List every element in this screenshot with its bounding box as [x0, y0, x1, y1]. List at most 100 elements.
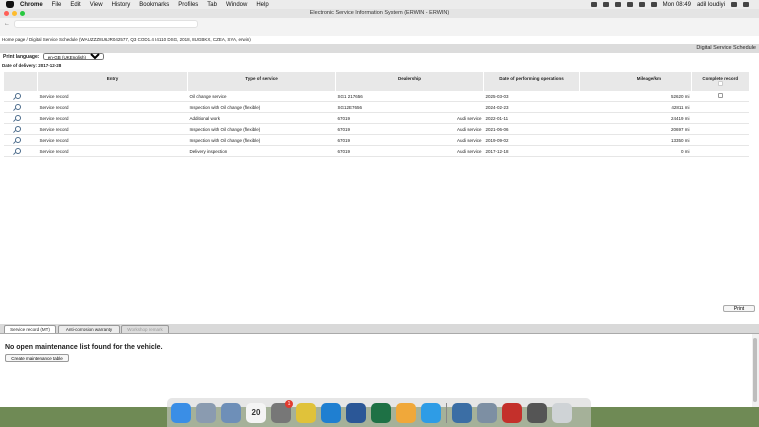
- safari-icon[interactable]: [421, 402, 441, 423]
- image-capture-icon[interactable]: [477, 402, 497, 423]
- print-button[interactable]: Print: [723, 305, 755, 312]
- open-record-cell: [3, 101, 38, 113]
- apple-icon[interactable]: [6, 1, 14, 8]
- calendar-icon[interactable]: 20: [246, 402, 266, 423]
- magnifier-icon[interactable]: [14, 125, 21, 132]
- complete-record-cell: [691, 112, 749, 124]
- preview-icon[interactable]: [221, 402, 241, 423]
- magnifier-icon[interactable]: [14, 103, 21, 110]
- dealer-code: 67019: [337, 137, 351, 143]
- page-title: Digital Service Schedule: [0, 44, 759, 53]
- header-date: Date of performing operations: [483, 72, 580, 91]
- header-mileage: Mileage/km: [579, 72, 692, 91]
- type-cell: Oil change service: [187, 91, 336, 102]
- delivery-date-value: 2017-12-28: [38, 63, 62, 68]
- address-bar[interactable]: [14, 20, 198, 28]
- finder-icon[interactable]: [171, 402, 191, 423]
- user-name[interactable]: adil loudiyi: [697, 2, 725, 8]
- menu-file[interactable]: File: [52, 2, 62, 8]
- reminders-icon[interactable]: 1: [271, 399, 293, 423]
- magnifier-icon[interactable]: [14, 92, 21, 99]
- zoom-window-button[interactable]: [20, 11, 25, 16]
- table-row[interactable]: Service record Inspection with Oil change…: [3, 123, 749, 135]
- word-icon[interactable]: [346, 402, 366, 423]
- magnifier-icon[interactable]: [14, 136, 21, 143]
- dealership-cell: SG12E7656: [335, 101, 484, 113]
- vertical-scrollbar[interactable]: [752, 334, 759, 407]
- location-icon[interactable]: [590, 2, 597, 7]
- wifi-icon[interactable]: [638, 2, 645, 7]
- menu-chrome[interactable]: Chrome: [20, 2, 43, 8]
- mileage-cell: 24419 mi: [579, 112, 692, 124]
- dealership-cell: SG1 217656: [335, 91, 484, 102]
- menu-bookmarks[interactable]: Bookmarks: [139, 2, 169, 8]
- dock-separator: [446, 402, 447, 423]
- magnifier-icon[interactable]: [14, 114, 21, 121]
- magnifier-icon[interactable]: [14, 147, 21, 154]
- minimize-window-button[interactable]: [12, 11, 17, 16]
- table-body: Service record Oil change service SG1 2176…: [3, 91, 749, 157]
- complete-record-cell: [691, 123, 749, 135]
- back-arrow-icon[interactable]: ←: [4, 21, 10, 27]
- dealer-name: Audi service: [456, 137, 482, 143]
- table-row[interactable]: Service record Inspection with Oil change…: [3, 101, 749, 113]
- mileage-cell: 20697 mi: [579, 123, 692, 135]
- header-type: Type of service: [187, 72, 336, 91]
- menu-tab[interactable]: Tab: [207, 2, 217, 8]
- edge-icon[interactable]: [321, 402, 341, 423]
- control-center-icon[interactable]: [743, 2, 749, 7]
- dealer-code: 67019: [337, 148, 351, 154]
- header-complete: Complete record: [691, 72, 749, 91]
- tab-anti-corrosion-warranty[interactable]: Anti-corrosion warranty: [58, 325, 120, 333]
- dealership-cell: 67019 Audi service: [335, 134, 484, 146]
- close-window-button[interactable]: [4, 11, 9, 16]
- header-icon-col: [3, 72, 38, 91]
- menu-profiles[interactable]: Profiles: [178, 2, 198, 8]
- scrollbar-thumb[interactable]: [753, 338, 757, 402]
- dealer-code: 67019: [337, 115, 351, 121]
- entry-cell: Service record: [37, 101, 188, 113]
- dealership-cell: 67019 Audi service: [335, 123, 484, 135]
- browser-window: Electronic Service Information System (E…: [0, 9, 759, 407]
- header-checkbox: [717, 81, 723, 86]
- network-icon[interactable]: [452, 402, 472, 423]
- photos-icon[interactable]: [396, 402, 416, 423]
- menu-history[interactable]: History: [112, 2, 131, 8]
- menu-view[interactable]: View: [90, 2, 103, 8]
- menu-window[interactable]: Window: [226, 2, 247, 8]
- print-language-select[interactable]: en-GB (UKEnglish): [42, 53, 104, 61]
- menu-edit[interactable]: Edit: [70, 2, 80, 8]
- table-row[interactable]: Service record Delivery inspection 67019 Au…: [3, 145, 749, 157]
- volume-icon[interactable]: [626, 2, 633, 7]
- browser-toolbar: ←: [0, 18, 759, 37]
- battery-icon[interactable]: [650, 2, 657, 7]
- complete-record-checkbox[interactable]: [717, 93, 723, 98]
- chrome-icon[interactable]: [296, 402, 316, 423]
- tab-service-record[interactable]: Service record (MT): [4, 325, 56, 333]
- table-row[interactable]: Service record Additional work 67019 Audi s…: [3, 112, 749, 124]
- dealer-name: Audi service: [456, 148, 482, 154]
- search-icon[interactable]: [731, 2, 737, 7]
- date-cell: 2025-03-03: [483, 91, 580, 102]
- excel-icon[interactable]: [371, 402, 391, 423]
- create-maintenance-table-button[interactable]: Create maintenance table: [5, 354, 69, 362]
- table-row[interactable]: Service record Inspection with Oil change…: [3, 134, 749, 146]
- mileage-cell: 13350 mi: [579, 134, 692, 146]
- clock[interactable]: Mon 08:49: [663, 2, 691, 8]
- complete-record-cell: [691, 101, 749, 113]
- mileage-cell: 42811 mi: [579, 101, 692, 113]
- bluetooth-icon[interactable]: [614, 2, 621, 7]
- trash-icon[interactable]: [552, 402, 572, 423]
- terminal-icon[interactable]: [527, 402, 547, 423]
- header-dealership: Dealership: [335, 72, 484, 91]
- time-machine-icon[interactable]: [602, 2, 609, 7]
- launchpad-icon[interactable]: [196, 402, 216, 423]
- table-row[interactable]: Service record Oil change service SG1 2176…: [3, 91, 749, 102]
- delivery-date-row: Date of delivery: 2017-12-28: [2, 63, 61, 68]
- no-maintenance-message: No open maintenance list found for the v…: [5, 344, 163, 351]
- dealer-name: Audi service: [456, 115, 482, 121]
- menu-help[interactable]: Help: [256, 2, 268, 8]
- complete-record-cell: [691, 145, 749, 157]
- acrobat-icon[interactable]: [502, 402, 522, 423]
- breadcrumb[interactable]: Home page / Digital Service Schedule (WA…: [0, 36, 759, 44]
